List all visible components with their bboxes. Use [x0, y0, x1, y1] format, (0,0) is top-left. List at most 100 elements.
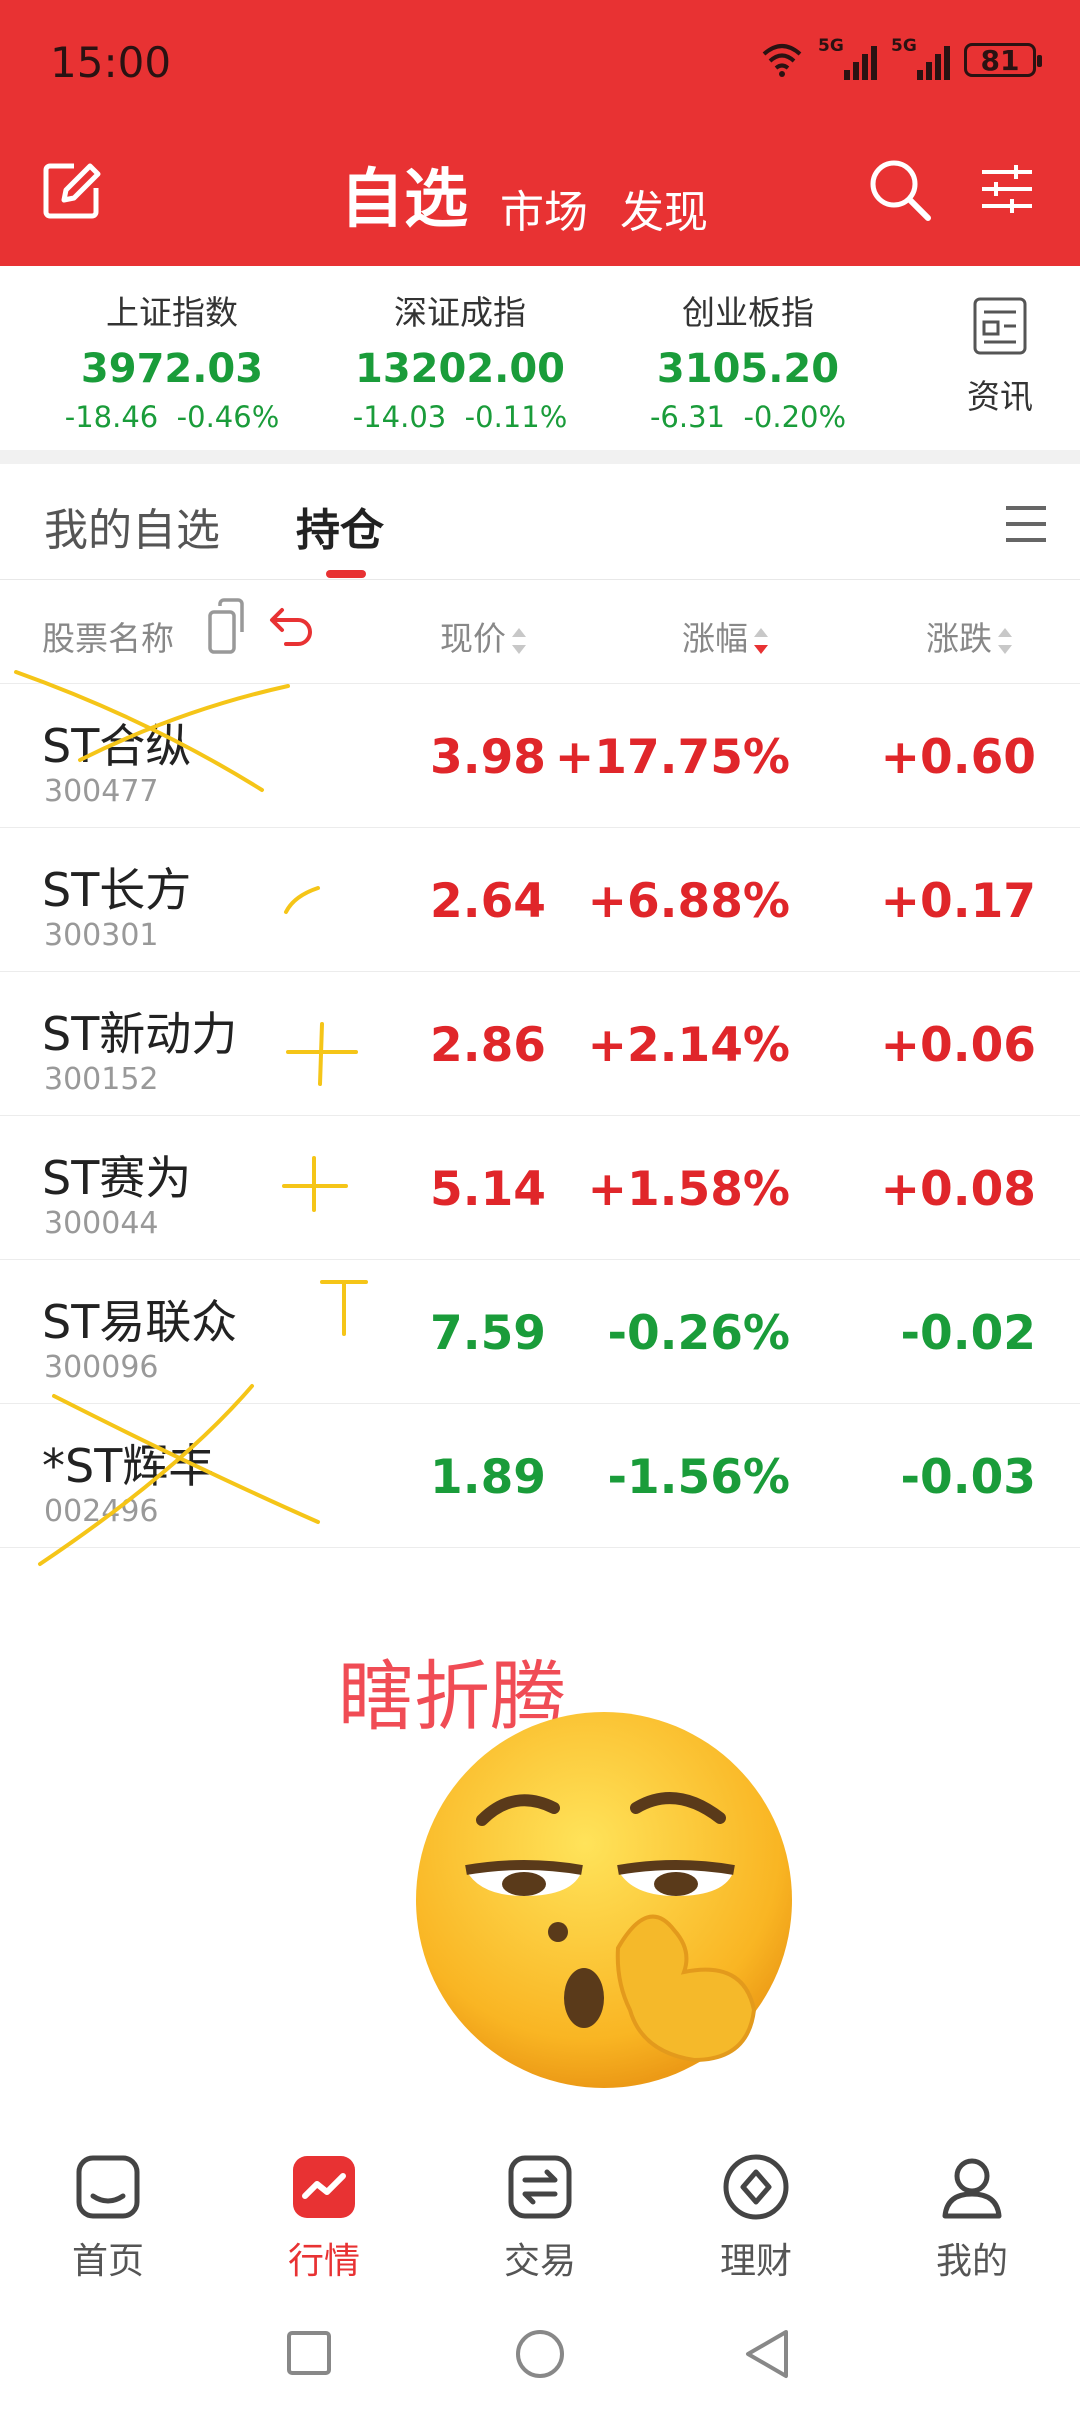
stock-code: 300477 [44, 774, 159, 809]
stock-change: +0.17 [880, 874, 1036, 929]
stock-code: 300044 [44, 1206, 159, 1241]
stock-code: 300301 [44, 918, 159, 953]
wifi-icon [762, 44, 802, 77]
index-change: -6.31 -0.20% [649, 400, 847, 434]
top-header: 15:00 5G 5G 81 自选 市场 发现 [0, 0, 1080, 266]
stock-change: +0.60 [880, 730, 1036, 785]
stock-price: 2.86 [430, 1018, 546, 1073]
stock-change: -0.02 [900, 1306, 1036, 1361]
sort-icon [512, 626, 526, 656]
stock-pct: +2.14% [587, 1018, 790, 1073]
undo-icon[interactable] [268, 602, 318, 650]
stock-code: 002496 [44, 1494, 159, 1529]
news-label: 资讯 [967, 377, 1033, 416]
news-icon [973, 297, 1027, 355]
column-price[interactable]: 现价 [440, 612, 526, 660]
index-value: 13202.00 [354, 346, 566, 392]
stock-code: 300152 [44, 1062, 159, 1097]
news-button[interactable]: 资讯 [950, 296, 1050, 418]
nav-label: 交易 [503, 2241, 576, 2282]
back-icon[interactable] [744, 2328, 790, 2380]
table-row[interactable]: ST易联众 300096 7.59 -0.26% -0.02 [0, 1260, 1080, 1404]
stock-price: 5.14 [430, 1162, 546, 1217]
section-divider [0, 450, 1080, 464]
nav-wealth[interactable]: 理财 [676, 2152, 836, 2284]
sub-tabs: 我的自选 持仓 [0, 464, 1080, 580]
search-icon[interactable] [866, 156, 932, 222]
index-name: 创业板指 [682, 293, 814, 332]
tab-discover[interactable]: 发现 [620, 176, 708, 240]
index-name: 深证成指 [394, 293, 526, 332]
index-name: 上证指数 [106, 293, 238, 332]
stock-code: 300096 [44, 1350, 159, 1385]
stock-name: ST长方 [42, 863, 192, 917]
stock-pct: +17.75% [554, 730, 790, 785]
wealth-icon [723, 2154, 789, 2220]
table-row[interactable]: ST赛为 300044 5.14 +1.58% +0.08 [0, 1116, 1080, 1260]
main-tabs: 自选 市场 发现 [340, 148, 708, 240]
index-change: -18.46 -0.46% [64, 400, 280, 434]
holdings-list: ST合纵 300477 3.98 +17.75% +0.60 ST长方 3003… [0, 684, 1080, 1548]
nav-label: 首页 [71, 2241, 144, 2282]
status-icons: 5G 5G 81 [760, 36, 1042, 80]
system-navigation-bar [0, 2290, 1080, 2412]
recent-apps-icon[interactable] [286, 2330, 332, 2376]
table-header: 股票名称 现价 涨幅 涨跌 [0, 580, 1080, 684]
table-row[interactable]: ST长方 300301 2.64 +6.88% +0.17 [0, 828, 1080, 972]
stock-name: ST新动力 [42, 1007, 238, 1061]
index-card-sz[interactable]: 深证成指 13202.00 -14.03 -0.11% [310, 286, 610, 434]
stock-pct: -1.56% [607, 1450, 790, 1505]
nav-trade[interactable]: 交易 [460, 2152, 620, 2284]
thinking-smirk-emoji-icon [416, 1712, 792, 2088]
stock-name: ST合纵 [42, 719, 192, 773]
index-value: 3972.03 [80, 346, 264, 392]
index-card-cyb[interactable]: 创业板指 3105.20 -6.31 -0.20% [598, 286, 898, 434]
table-row[interactable]: ST新动力 300152 2.86 +2.14% +0.06 [0, 972, 1080, 1116]
home-circle-icon[interactable] [514, 2328, 566, 2380]
stock-pct: +6.88% [587, 874, 790, 929]
nav-label: 理财 [719, 2241, 792, 2282]
nav-label: 我的 [935, 2241, 1008, 2282]
bottom-navigation: 首页 行情 交易 理财 我的 [0, 2140, 1080, 2290]
index-change: -14.03 -0.11% [352, 400, 568, 434]
nav-home[interactable]: 首页 [28, 2152, 188, 2284]
app-screen: 15:00 5G 5G 81 自选 市场 发现 上证指数 3972.03 -18… [0, 0, 1080, 2412]
trade-icon [508, 2155, 572, 2219]
stock-price: 1.89 [430, 1450, 546, 1505]
stock-price: 7.59 [430, 1306, 546, 1361]
column-pct[interactable]: 涨幅 [682, 612, 768, 660]
stock-pct: +1.58% [587, 1162, 790, 1217]
copy-icon[interactable] [206, 598, 246, 656]
tab-holdings[interactable]: 持仓 [296, 494, 384, 558]
edit-icon[interactable] [40, 158, 104, 222]
table-row[interactable]: ST合纵 300477 3.98 +17.75% +0.60 [0, 684, 1080, 828]
active-tab-indicator [326, 570, 366, 578]
index-value: 3105.20 [656, 346, 840, 392]
stock-price: 2.64 [430, 874, 546, 929]
stock-change: -0.03 [900, 1450, 1036, 1505]
home-icon [76, 2155, 140, 2219]
column-name[interactable]: 股票名称 [42, 612, 174, 660]
stock-name: *ST辉丰 [42, 1439, 215, 1493]
tab-my-watchlist[interactable]: 我的自选 [44, 494, 220, 558]
column-change[interactable]: 涨跌 [926, 612, 1012, 660]
tab-watchlist[interactable]: 自选 [340, 148, 468, 240]
stock-pct: -0.26% [607, 1306, 790, 1361]
stock-price: 3.98 [430, 730, 546, 785]
table-row[interactable]: *ST辉丰 002496 1.89 -1.56% -0.03 [0, 1404, 1080, 1548]
index-card-sh[interactable]: 上证指数 3972.03 -18.46 -0.46% [22, 286, 322, 434]
nav-profile[interactable]: 我的 [892, 2152, 1052, 2284]
tab-market[interactable]: 市场 [500, 176, 588, 240]
menu-icon[interactable] [1004, 504, 1048, 544]
market-icon [293, 2156, 355, 2218]
settings-sliders-icon[interactable] [980, 162, 1034, 216]
sort-desc-icon [754, 626, 768, 656]
sort-icon [998, 626, 1012, 656]
nav-label: 行情 [287, 2241, 360, 2282]
battery-icon: 81 [964, 43, 1042, 77]
stock-change: +0.06 [880, 1018, 1036, 1073]
profile-icon [942, 2158, 1002, 2219]
nav-market[interactable]: 行情 [244, 2152, 404, 2284]
status-time: 15:00 [50, 38, 172, 87]
stock-change: +0.08 [880, 1162, 1036, 1217]
